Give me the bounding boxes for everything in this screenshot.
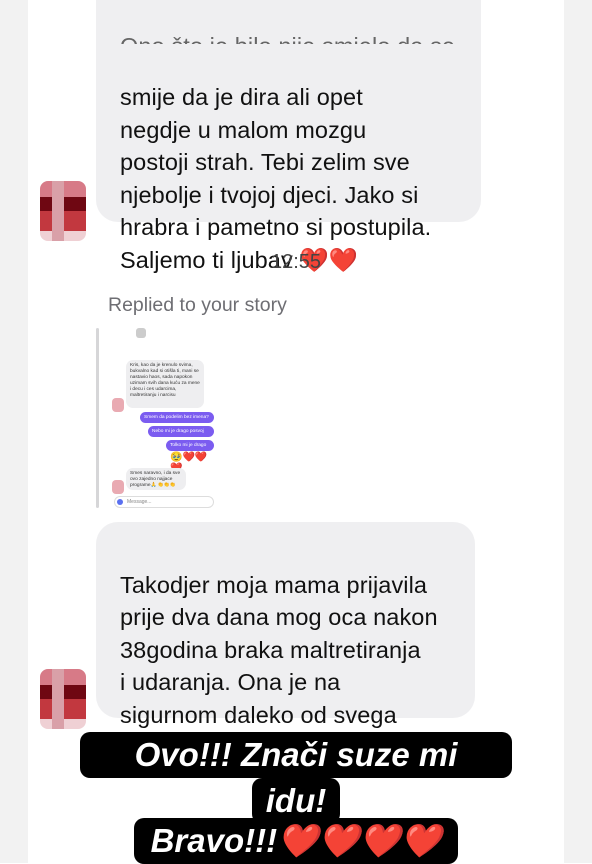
story-screenshot: Ono što je bilo nije smjelo da se desi s…: [0, 0, 592, 864]
story-user-avatar: [112, 398, 124, 412]
message-bubble-first: Ono što je bilo nije smjelo da se desi s…: [96, 0, 481, 273]
story-message: Smes naravno, i da sve ovo zajedno najja…: [126, 468, 186, 490]
avatar[interactable]: [40, 181, 86, 241]
story-message-input: Message...: [114, 496, 214, 508]
story-purple-message: Tolko mi je drago: [166, 440, 214, 451]
caption-text: Bravo!!!❤️❤️❤️❤️: [134, 818, 458, 864]
caption-line-1: Ovo!!! Znači suze mi: [0, 732, 592, 778]
caption-text: Ovo!!! Znači suze mi: [80, 732, 512, 778]
story-preview[interactable]: Kris, kao da je krenulo svima, bukvalno …: [108, 324, 218, 514]
story-user-avatar: [112, 480, 124, 494]
message-text: smije da je dira ali opet negdje u malom…: [120, 84, 432, 273]
caption-line-3: Bravo!!!❤️❤️❤️❤️: [0, 818, 592, 864]
story-purple-message: Nebo mi je drago posvoj: [148, 426, 214, 437]
avatar[interactable]: [40, 669, 86, 729]
story-purple-message: Smem da podelim bez imena?: [140, 412, 214, 423]
reply-indicator-line: [96, 328, 99, 508]
story-message: Kris, kao da je krenulo svima, bukvalno …: [126, 360, 204, 408]
timestamp: 12:55: [270, 251, 322, 273]
message-bubble-second: Takodjer moja mama prijavila prije dva d…: [96, 522, 475, 760]
story-avatar-icon: [136, 328, 146, 338]
clipped-line: Ono što je bilo nije smjelo da se desi: [120, 30, 457, 44]
reply-label: Replied to your story: [108, 294, 287, 316]
